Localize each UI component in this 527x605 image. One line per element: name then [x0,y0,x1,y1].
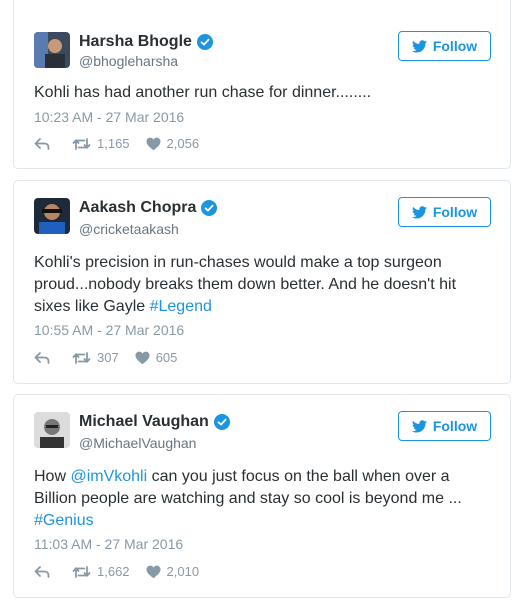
mention-link[interactable]: @imVkohli [70,468,147,485]
tweet-text: Kohli has had another run chase for dinn… [34,84,372,101]
user-handle[interactable]: @cricketaakash [79,221,179,237]
tweet-text-body: Kohli's precision in run-chases would ma… [34,254,457,315]
retweet-icon [72,137,91,150]
like-count: 2,010 [166,564,200,579]
like-button[interactable]: 2,010 [146,564,200,579]
retweet-button[interactable]: 1,165 [72,136,130,151]
hashtag-link[interactable]: #Genius [34,512,94,529]
retweet-icon [72,351,91,364]
tweet-actions: 1,662 2,010 [34,564,199,579]
follow-button[interactable]: Follow [398,411,491,441]
like-count: 605 [155,350,178,365]
tweet-text: Kohli's precision in run-chases would ma… [34,252,490,318]
retweet-button[interactable]: 307 [72,350,119,365]
follow-label: Follow [432,38,478,54]
heart-icon [135,351,150,364]
reply-button[interactable] [34,565,50,579]
tweet-actions: 307 605 [34,350,177,365]
heart-icon [146,137,161,150]
twitter-bird-icon [411,39,427,52]
follow-button[interactable]: Follow [398,197,491,227]
retweet-button[interactable]: 1,662 [72,564,130,579]
follow-label: Follow [432,204,478,220]
retweet-count: 307 [97,350,119,365]
follow-button[interactable]: Follow [398,31,491,61]
reply-button[interactable] [34,137,50,151]
like-button[interactable]: 605 [135,350,178,365]
tweet-card: Aakash Chopra @cricketaakash Follow Kohl… [13,180,511,384]
follow-label: Follow [432,418,478,434]
heart-icon [146,565,161,578]
tweet-timestamp[interactable]: 10:55 AM - 27 Mar 2016 [34,322,184,338]
verified-icon [196,34,213,50]
tweet-card: Michael Vaughan @MichaelVaughan Follow H… [13,394,511,598]
user-handle[interactable]: @MichaelVaughan [79,435,196,451]
tweet-actions: 1,165 2,056 [34,136,199,151]
avatar[interactable] [34,198,70,234]
display-name[interactable]: Harsha Bhogle [79,33,192,51]
like-button[interactable]: 2,056 [146,136,200,151]
avatar[interactable] [34,32,70,68]
like-count: 2,056 [166,136,200,151]
twitter-bird-icon [411,205,427,218]
tweet-card: Harsha Bhogle @bhogleharsha Follow Kohli… [13,0,511,169]
reply-icon [34,137,50,150]
display-name[interactable]: Aakash Chopra [79,199,196,217]
retweet-count: 1,165 [97,136,130,151]
reply-icon [34,351,50,364]
avatar[interactable] [34,412,70,448]
verified-icon [213,414,230,430]
tweet-timestamp[interactable]: 11:03 AM - 27 Mar 2016 [34,536,183,552]
display-name[interactable]: Michael Vaughan [79,413,209,431]
retweet-count: 1,662 [97,564,130,579]
reply-icon [34,565,50,578]
twitter-bird-icon [411,419,427,432]
user-handle[interactable]: @bhogleharsha [79,53,178,69]
hashtag-link[interactable]: #Legend [150,298,212,315]
tweet-text: How @imVkohli can you just focus on the … [34,466,490,532]
retweet-icon [72,565,91,578]
reply-button[interactable] [34,351,50,365]
tweet-timestamp[interactable]: 10:23 AM - 27 Mar 2016 [34,109,184,125]
verified-icon [201,200,218,216]
tweet-text-body: How [34,468,71,485]
